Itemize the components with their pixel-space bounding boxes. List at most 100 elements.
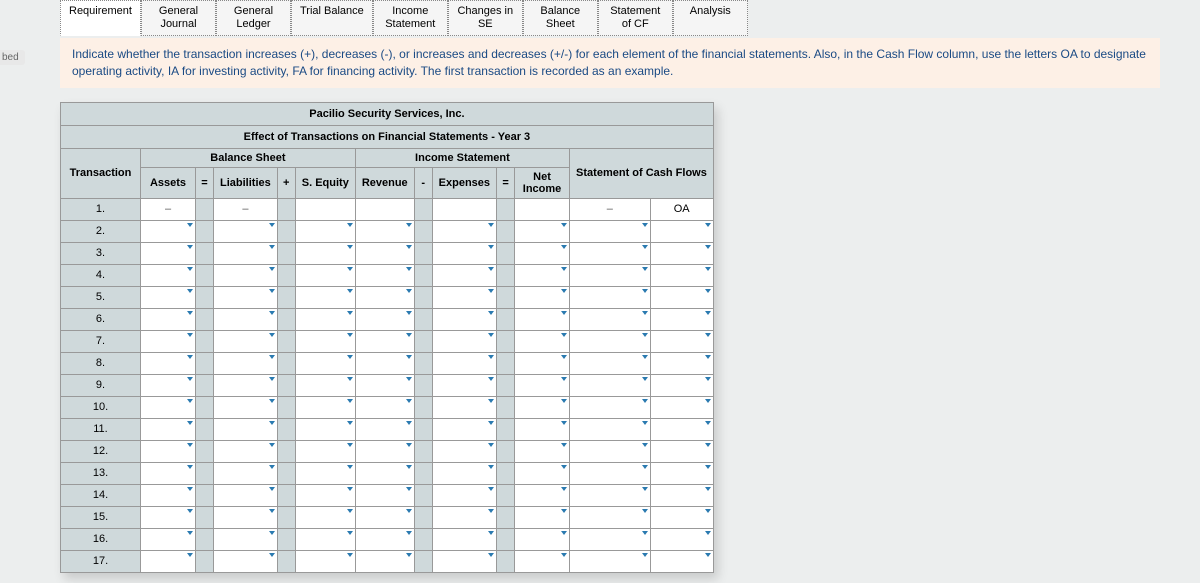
cell-sequity[interactable] <box>295 396 355 418</box>
cell-sequity[interactable] <box>295 418 355 440</box>
cell-cf-type[interactable] <box>650 506 713 528</box>
cell-sequity[interactable] <box>295 220 355 242</box>
tab-changes-se[interactable]: Changes inSE <box>448 0 523 36</box>
cell-expenses[interactable] <box>432 242 496 264</box>
cell-net-income[interactable] <box>515 242 570 264</box>
cell-revenue[interactable] <box>355 264 414 286</box>
cell-cf-amount[interactable] <box>570 286 651 308</box>
cell-assets[interactable] <box>141 506 196 528</box>
cell-revenue[interactable] <box>355 418 414 440</box>
cell-net-income[interactable] <box>515 418 570 440</box>
cell-net-income[interactable] <box>515 352 570 374</box>
tab-trial-balance[interactable]: Trial Balance <box>291 0 373 36</box>
cell-liabilities[interactable] <box>214 396 278 418</box>
cell-assets[interactable] <box>141 308 196 330</box>
cell-liabilities[interactable] <box>214 286 278 308</box>
cell-cf-type[interactable] <box>650 220 713 242</box>
tab-income-statement[interactable]: IncomeStatement <box>373 0 448 36</box>
cell-expenses[interactable] <box>432 462 496 484</box>
cell-liabilities[interactable] <box>214 550 278 572</box>
cell-cf-type[interactable] <box>650 440 713 462</box>
cell-revenue[interactable] <box>355 396 414 418</box>
cell-expenses[interactable] <box>432 484 496 506</box>
cell-expenses[interactable] <box>432 286 496 308</box>
tab-statement-cf[interactable]: Statementof CF <box>598 0 673 36</box>
tab-balance-sheet[interactable]: BalanceSheet <box>523 0 598 36</box>
cell-revenue[interactable] <box>355 550 414 572</box>
cell-liabilities[interactable] <box>214 242 278 264</box>
cell-assets[interactable] <box>141 396 196 418</box>
cell-net-income[interactable] <box>515 396 570 418</box>
cell-revenue[interactable] <box>355 308 414 330</box>
cell-assets[interactable] <box>141 462 196 484</box>
cell-net-income[interactable] <box>515 506 570 528</box>
cell-net-income[interactable] <box>515 264 570 286</box>
cell-expenses[interactable] <box>432 396 496 418</box>
cell-net-income[interactable] <box>515 462 570 484</box>
cell-expenses[interactable] <box>432 264 496 286</box>
cell-net-income[interactable] <box>515 484 570 506</box>
cell-liabilities[interactable] <box>214 506 278 528</box>
cell-sequity[interactable] <box>295 374 355 396</box>
cell-liabilities[interactable] <box>214 374 278 396</box>
cell-assets[interactable] <box>141 352 196 374</box>
cell-net-income[interactable] <box>515 440 570 462</box>
cell-cf-type[interactable] <box>650 330 713 352</box>
cell-liabilities[interactable] <box>214 330 278 352</box>
cell-sequity[interactable] <box>295 484 355 506</box>
cell-assets[interactable] <box>141 374 196 396</box>
cell-assets[interactable] <box>141 220 196 242</box>
cell-expenses[interactable] <box>432 308 496 330</box>
cell-revenue[interactable] <box>355 374 414 396</box>
cell-cf-type[interactable] <box>650 352 713 374</box>
cell-net-income[interactable] <box>515 528 570 550</box>
cell-sequity[interactable] <box>295 440 355 462</box>
cell-cf-amount[interactable] <box>570 528 651 550</box>
cell-revenue[interactable] <box>355 506 414 528</box>
cell-cf-amount[interactable] <box>570 242 651 264</box>
cell-net-income[interactable] <box>515 308 570 330</box>
cell-net-income[interactable] <box>515 550 570 572</box>
cell-liabilities[interactable] <box>214 462 278 484</box>
cell-assets[interactable] <box>141 418 196 440</box>
cell-revenue[interactable] <box>355 242 414 264</box>
cell-assets[interactable] <box>141 528 196 550</box>
cell-cf-type[interactable] <box>650 550 713 572</box>
cell-cf-amount[interactable] <box>570 462 651 484</box>
cell-sequity[interactable] <box>295 308 355 330</box>
cell-cf-type[interactable] <box>650 462 713 484</box>
tab-analysis[interactable]: Analysis <box>673 0 748 36</box>
cell-liabilities[interactable] <box>214 352 278 374</box>
cell-liabilities[interactable] <box>214 264 278 286</box>
cell-sequity[interactable] <box>295 352 355 374</box>
cell-cf-type[interactable] <box>650 374 713 396</box>
cell-sequity[interactable] <box>295 242 355 264</box>
cell-cf-type[interactable] <box>650 484 713 506</box>
cell-cf-amount[interactable] <box>570 264 651 286</box>
cell-cf-type[interactable] <box>650 396 713 418</box>
cell-liabilities[interactable] <box>214 220 278 242</box>
cell-revenue[interactable] <box>355 440 414 462</box>
cell-cf-type[interactable] <box>650 286 713 308</box>
tab-general-journal[interactable]: GeneralJournal <box>141 0 216 36</box>
cell-cf-amount[interactable] <box>570 440 651 462</box>
tab-general-ledger[interactable]: GeneralLedger <box>216 0 291 36</box>
cell-assets[interactable] <box>141 286 196 308</box>
cell-cf-amount[interactable] <box>570 308 651 330</box>
cell-net-income[interactable] <box>515 330 570 352</box>
cell-net-income[interactable] <box>515 220 570 242</box>
cell-cf-amount[interactable] <box>570 484 651 506</box>
cell-revenue[interactable] <box>355 220 414 242</box>
cell-revenue[interactable] <box>355 286 414 308</box>
cell-sequity[interactable] <box>295 528 355 550</box>
cell-cf-type[interactable] <box>650 418 713 440</box>
cell-sequity[interactable] <box>295 550 355 572</box>
cell-expenses[interactable] <box>432 352 496 374</box>
cell-cf-amount[interactable] <box>570 396 651 418</box>
cell-net-income[interactable] <box>515 286 570 308</box>
cell-cf-amount[interactable] <box>570 418 651 440</box>
cell-cf-type[interactable] <box>650 242 713 264</box>
cell-cf-amount[interactable] <box>570 352 651 374</box>
cell-cf-type[interactable] <box>650 308 713 330</box>
cell-assets[interactable] <box>141 330 196 352</box>
